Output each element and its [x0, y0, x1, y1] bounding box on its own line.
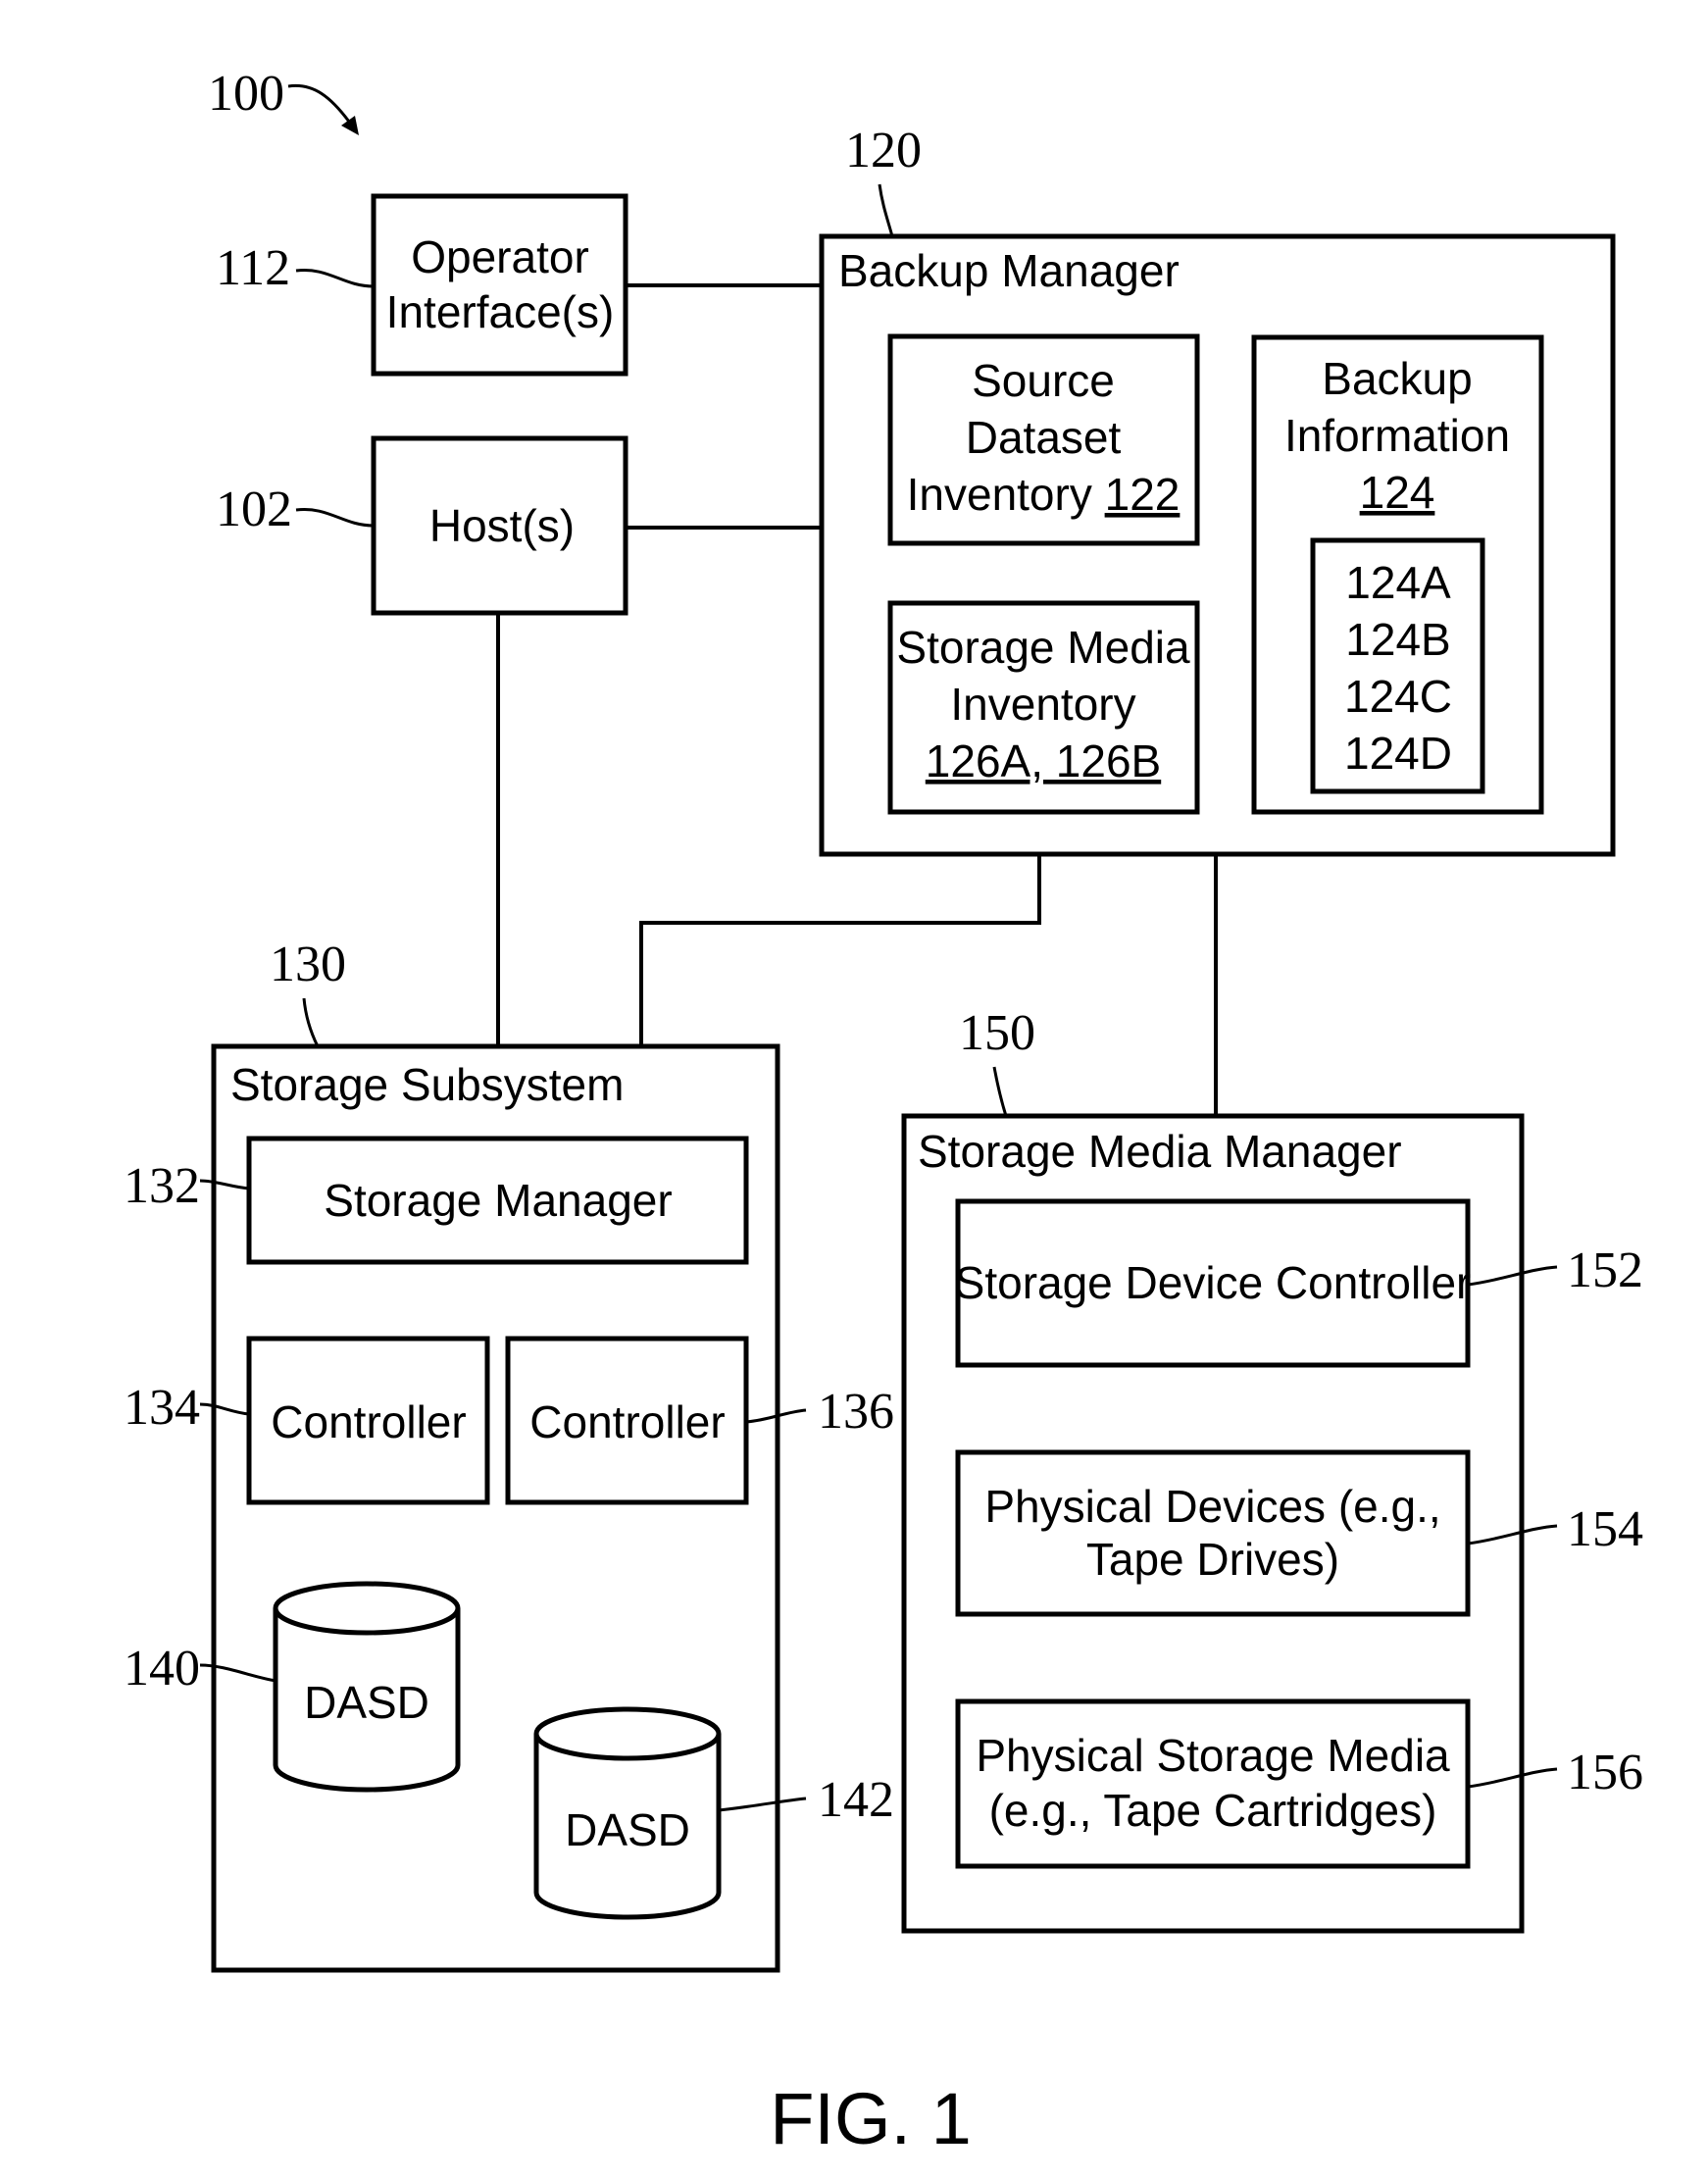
controller-134-label: Controller [271, 1396, 466, 1447]
dasd-142-cylinder: DASD [533, 1706, 722, 1920]
host-label: Host(s) [429, 500, 575, 551]
storage-subsystem-box: Storage Subsystem Storage Manager Contro… [211, 1043, 780, 1973]
physical-storage-media-label-line2: (e.g., Tape Cartridges) [989, 1785, 1437, 1836]
storage-device-controller-box: Storage Device Controller [955, 1198, 1472, 1368]
dasd-142-label: DASD [565, 1804, 690, 1855]
leader-112 [295, 268, 375, 288]
ref-label-130: 130 [270, 937, 346, 992]
source-dataset-label-line2: Dataset [966, 412, 1122, 463]
backup-item-124a: 124A [1345, 557, 1451, 608]
backup-manager-box: Backup Manager Source Dataset Inventory … [819, 233, 1616, 857]
ref-label-124: 124 [1360, 467, 1435, 518]
physical-devices-box: Physical Devices (e.g., Tape Drives) [955, 1449, 1471, 1617]
ref-label-154: 154 [1567, 1501, 1643, 1557]
source-dataset-label-line3: Inventory 122 [907, 469, 1181, 520]
ref-label-136: 136 [818, 1384, 894, 1440]
physical-devices-label-line1: Physical Devices (e.g., [984, 1481, 1440, 1532]
backup-manager-title: Backup Manager [838, 245, 1180, 296]
storage-media-manager-title: Storage Media Manager [918, 1126, 1402, 1177]
backup-information-label-line1: Backup [1322, 353, 1472, 404]
physical-devices-label-line2: Tape Drives) [1086, 1534, 1339, 1585]
operator-interface-label-line1: Operator [411, 231, 589, 282]
storage-manager-box: Storage Manager [246, 1136, 749, 1265]
storage-device-controller-label: Storage Device Controller [955, 1257, 1472, 1308]
backup-information-box: Backup Information 124 124A 124B 124C 12… [1251, 334, 1544, 815]
dasd-140-cylinder: DASD [273, 1581, 461, 1793]
controller-136-box: Controller [505, 1336, 749, 1505]
leader-102 [295, 507, 375, 528]
ref-label-152: 152 [1567, 1242, 1643, 1298]
backup-item-124c: 124C [1344, 671, 1452, 722]
ref-label-122: 122 [1105, 469, 1181, 520]
ref-label-126: 126A, 126B [926, 735, 1161, 786]
backup-information-label-line2: Information [1284, 410, 1510, 461]
ref-label-100: 100 [208, 66, 284, 122]
block-diagram: 100 Operator Interface(s) 112 Host(s) 10… [124, 66, 1643, 2159]
physical-storage-media-box: Physical Storage Media (e.g., Tape Cartr… [955, 1698, 1471, 1869]
host-box: Host(s) [371, 435, 628, 616]
leader-130 [302, 997, 320, 1047]
leader-120 [878, 183, 894, 237]
system-pointer-arrow [287, 83, 359, 135]
backup-information-items-box: 124A 124B 124C 124D [1310, 537, 1485, 794]
storage-media-inventory-label-line2: Inventory [950, 679, 1135, 730]
physical-storage-media-label-line1: Physical Storage Media [976, 1730, 1450, 1781]
ref-label-142: 142 [818, 1772, 894, 1828]
controller-134-box: Controller [246, 1336, 490, 1505]
operator-interface-box: Operator Interface(s) [371, 193, 628, 377]
ref-label-120: 120 [845, 123, 922, 178]
source-dataset-label-line1: Source [972, 355, 1115, 406]
ref-label-132: 132 [124, 1158, 200, 1214]
figure-caption: FIG. 1 [770, 2078, 972, 2159]
storage-media-inventory-label-line1: Storage Media [896, 622, 1190, 673]
ref-label-112: 112 [216, 240, 290, 296]
storage-media-manager-box: Storage Media Manager Storage Device Con… [901, 1113, 1525, 1934]
operator-interface-label-line2: Interface(s) [386, 286, 615, 337]
ref-label-134: 134 [124, 1380, 200, 1436]
source-dataset-inventory-box: Source Dataset Inventory 122 [887, 333, 1200, 546]
dasd-140-label: DASD [304, 1677, 429, 1728]
ref-label-102: 102 [216, 481, 292, 537]
backup-item-124b: 124B [1345, 614, 1450, 665]
ref-label-150: 150 [959, 1005, 1035, 1061]
ref-label-156: 156 [1567, 1745, 1643, 1800]
storage-subsystem-title: Storage Subsystem [230, 1059, 624, 1110]
controller-136-label: Controller [529, 1396, 725, 1447]
ref-label-140: 140 [124, 1641, 200, 1697]
storage-manager-label: Storage Manager [324, 1175, 672, 1226]
source-dataset-inventory-word: Inventory [907, 469, 1092, 520]
storage-media-inventory-box: Storage Media Inventory 126A, 126B [887, 600, 1200, 815]
leader-150 [992, 1066, 1008, 1117]
backup-item-124d: 124D [1344, 728, 1452, 779]
